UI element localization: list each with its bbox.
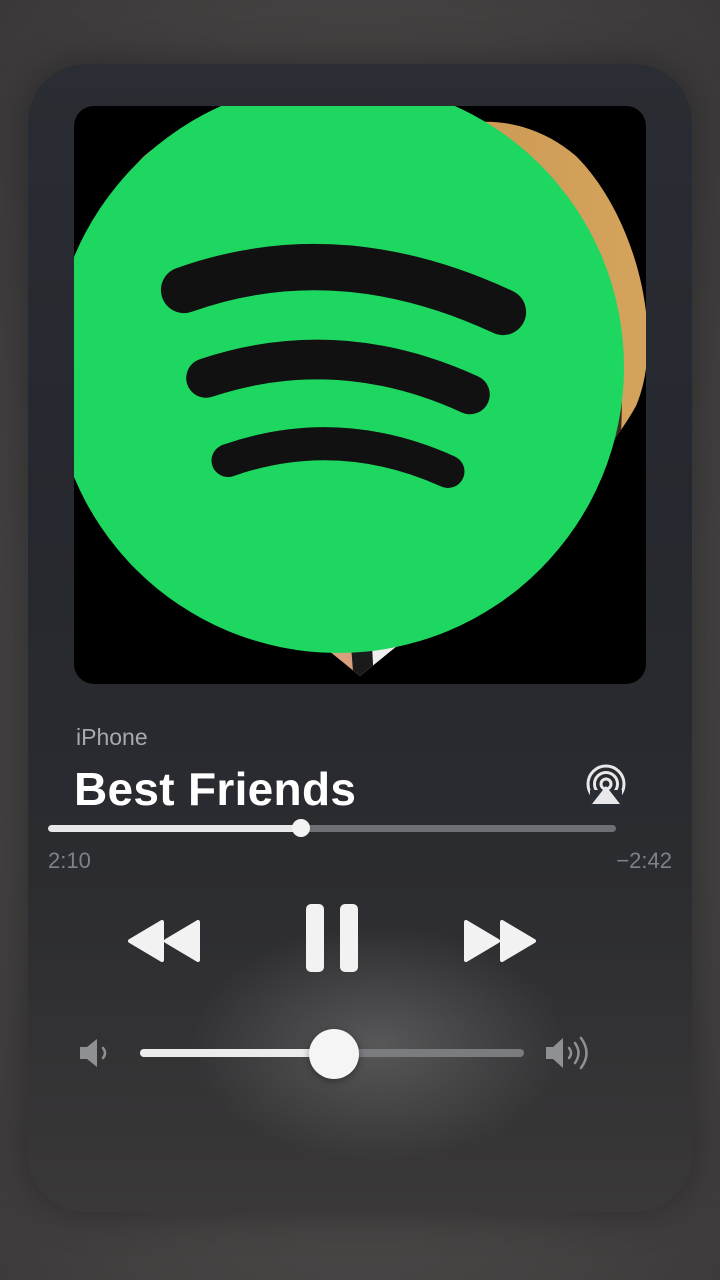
progress-fill (48, 825, 301, 832)
playback-source-label: iPhone (76, 724, 148, 750)
pause-icon[interactable] (302, 902, 362, 974)
fast-forward-icon[interactable] (462, 918, 538, 964)
elapsed-time: 2:10 (48, 848, 91, 873)
remaining-time: −2:42 (616, 848, 672, 873)
track-title: Best Friends (74, 763, 357, 815)
album-artwork[interactable] (74, 106, 646, 684)
progress-scrubber[interactable] (291, 819, 310, 837)
volume-knob[interactable] (308, 1029, 359, 1079)
progress-bar[interactable] (48, 825, 616, 832)
rewind-icon[interactable] (126, 918, 202, 964)
airplay-icon[interactable] (584, 764, 628, 808)
speaker-high-icon[interactable] (544, 1034, 596, 1072)
spotify-icon (74, 106, 624, 653)
volume-fill (140, 1049, 334, 1057)
speaker-low-icon[interactable] (78, 1036, 114, 1070)
